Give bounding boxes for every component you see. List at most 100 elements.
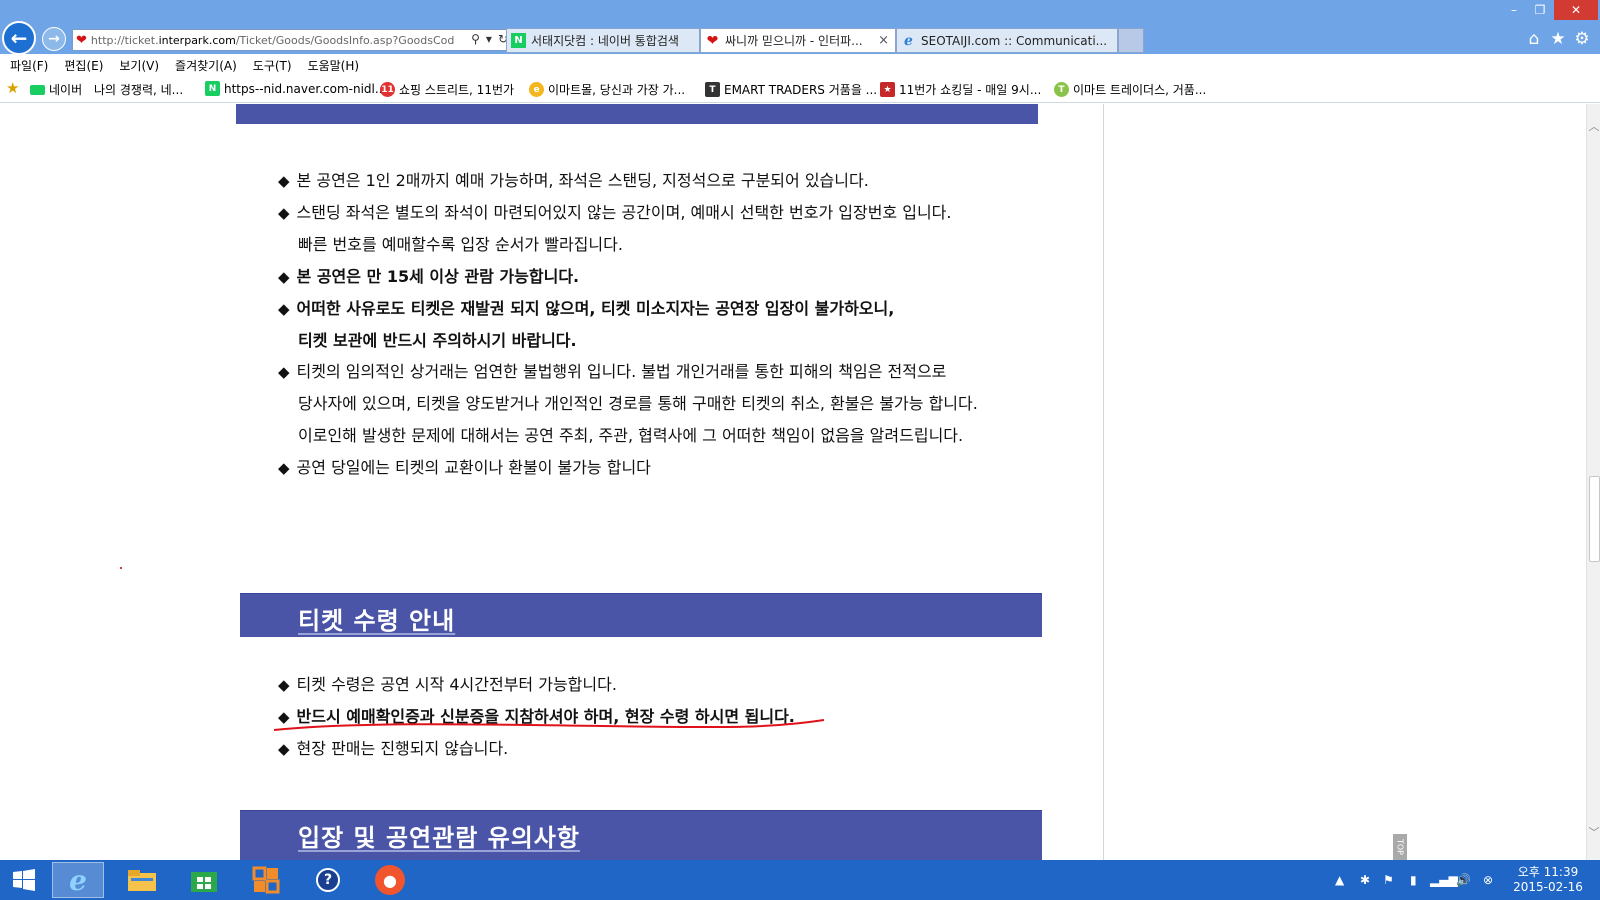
signal-icon[interactable]: ▂▄▆ xyxy=(1430,870,1458,890)
notice-line: ◆ 본 공연은 만 15세 이상 관람 가능합니다. xyxy=(278,267,580,286)
new-tab-button[interactable] xyxy=(1118,28,1144,53)
fav-item-traders-2[interactable]: T 이마트 트레이더스, 거품... xyxy=(1054,81,1206,98)
section-title: 티켓 수령 안내 xyxy=(298,607,456,635)
diamond-bullet-icon: ◆ xyxy=(278,172,290,190)
fav-label: 11번가 쇼킹딜 - 매일 9시... xyxy=(899,83,1042,97)
scroll-down-icon[interactable]: ﹀ xyxy=(1587,824,1600,839)
notice-line: 당사자에 있으며, 티켓을 양도받거나 개인적인 경로를 통해 구매한 티켓의 … xyxy=(298,394,978,413)
address-bar[interactable]: ❤ http://ticket. interpark.com/Ticket/Goo… xyxy=(72,29,512,51)
fav-item-11st[interactable]: 11 쇼핑 스트리트, 11번가 xyxy=(380,81,514,98)
pickup-line: ◆ 현장 판매는 진행되지 않습니다. xyxy=(278,739,509,758)
diamond-bullet-icon: ◆ xyxy=(278,676,290,694)
section-header-partial xyxy=(236,104,1038,124)
tab-label: SEOTAIJI.com :: Communicati... xyxy=(921,33,1108,48)
11st-icon: 11 xyxy=(380,82,395,97)
menu-file[interactable]: 파일(F) xyxy=(10,57,48,74)
fav-item-naver[interactable]: 네이버 xyxy=(30,81,82,98)
red-hand-underline xyxy=(273,719,825,731)
fav-item-competitiveness[interactable]: 나의 경쟁력, 네... xyxy=(94,81,183,98)
menu-favorites[interactable]: 즐겨찾기(A) xyxy=(175,57,237,74)
vertical-scrollbar[interactable]: ︿ ﹀ xyxy=(1586,104,1600,860)
tray-expand-icon[interactable]: ▲ xyxy=(1335,870,1344,890)
top-button[interactable]: TOP xyxy=(1393,834,1407,860)
notice-line: 이로인해 발생한 문제에 대해서는 공연 주최, 주관, 협력사에 그 어떠한 … xyxy=(298,426,964,445)
taskbar-ie[interactable]: ℯ xyxy=(52,862,104,898)
page-viewport: ◆ 본 공연은 1인 2매까지 예매 가능하며, 좌석은 스탠딩, 지정석으로 구… xyxy=(0,104,1586,860)
notice-line: ◆ 공연 당일에는 티켓의 교환이나 환불이 불가능 합니다 xyxy=(278,458,651,477)
fav-item-naver-login[interactable]: N https--nid.naver.com-nidl... xyxy=(205,81,386,96)
menu-help[interactable]: 도움말(H) xyxy=(308,57,360,74)
naver-icon: N xyxy=(511,33,526,48)
diamond-bullet-icon: ◆ xyxy=(278,459,290,477)
notice-line: 티켓 보관에 반드시 주의하시기 바랍니다. xyxy=(298,331,577,350)
diamond-bullet-icon: ◆ xyxy=(278,268,290,286)
menu-view[interactable]: 보기(V) xyxy=(119,57,159,74)
taskbar-help[interactable]: ? xyxy=(302,862,354,898)
menu-edit[interactable]: 편집(E) xyxy=(64,57,103,74)
home-icon[interactable]: ⌂ xyxy=(1523,28,1545,50)
back-button[interactable]: ← xyxy=(2,21,36,55)
flag-icon[interactable]: ⚑ xyxy=(1383,870,1394,890)
windows-taskbar: ℯ ? ● ▲ ✱ ⚑ ▮ ▂▄▆ 🔊 ⊗ 오후 11:39 2015-02-1… xyxy=(0,860,1600,900)
taskbar-office[interactable] xyxy=(240,862,292,898)
start-button[interactable] xyxy=(0,862,48,898)
tab-naver-search[interactable]: N 서태지닷컴 : 네이버 통합검색 xyxy=(506,28,700,53)
minimize-icon: – xyxy=(1511,3,1517,17)
naver-n-icon: N xyxy=(205,81,220,96)
taskbar-file-explorer[interactable] xyxy=(116,862,168,898)
fav-label: 이마트몰, 당신과 가장 가... xyxy=(548,83,686,97)
dropdown-icon[interactable]: ▾ xyxy=(486,32,492,46)
help-icon: ? xyxy=(316,868,340,892)
windows-logo-icon xyxy=(13,869,35,891)
favorites-star-icon[interactable]: ★ xyxy=(1547,28,1569,50)
browser-titlebar: ← → ❤ http://ticket. interpark.com/Ticket… xyxy=(0,0,1600,55)
minimize-button[interactable]: – xyxy=(1500,0,1528,20)
store-icon xyxy=(191,872,217,892)
close-icon: ✕ xyxy=(1570,3,1582,17)
file-explorer-icon xyxy=(128,870,156,891)
gear-icon[interactable]: ⚙ xyxy=(1571,28,1593,50)
section-title: 입장 및 공연관람 유의사항 xyxy=(298,824,580,852)
section-header-ticket-pickup: 티켓 수령 안내 xyxy=(240,593,1042,637)
tab-interpark[interactable]: ❤ 싸니까 믿으니까 - 인터파... × xyxy=(700,28,896,53)
naver-green-icon xyxy=(30,84,45,95)
favorites-bar: ★ 네이버 나의 경쟁력, 네... N https--nid.naver.co… xyxy=(0,76,1600,103)
close-window-button[interactable]: ✕ xyxy=(1554,0,1598,20)
network-disconnected-icon[interactable]: ⊗ xyxy=(1483,870,1493,890)
taskbar-gom[interactable]: ● xyxy=(364,862,416,898)
volume-icon[interactable]: 🔊 xyxy=(1456,870,1471,890)
bluetooth-icon[interactable]: ✱ xyxy=(1360,870,1370,890)
address-url-path: /Ticket/Goods/GoodsInfo.asp?GoodsCod xyxy=(235,33,455,47)
ie-icon: ℯ xyxy=(69,863,87,897)
favorites-star-icon[interactable]: ★ xyxy=(6,79,19,97)
fav-item-shocking-deal[interactable]: ★ 11번가 쇼킹딜 - 매일 9시... xyxy=(880,81,1041,98)
taskbar-store[interactable] xyxy=(178,862,230,898)
forward-button[interactable]: → xyxy=(42,27,66,51)
restore-button[interactable]: ❐ xyxy=(1526,0,1554,20)
stray-mark xyxy=(120,567,122,569)
diamond-bullet-icon: ◆ xyxy=(278,204,290,222)
close-icon[interactable]: × xyxy=(878,33,889,48)
clock-date: 2015-02-16 xyxy=(1513,880,1583,894)
emart-icon: e xyxy=(529,82,544,97)
scroll-thumb[interactable] xyxy=(1589,476,1600,562)
office-icon xyxy=(252,866,280,894)
notice-line: ◆ 본 공연은 1인 2매까지 예매 가능하며, 좌석은 스탠딩, 지정석으로 구… xyxy=(278,171,869,190)
section-header-entry-notes: 입장 및 공연관람 유의사항 xyxy=(240,810,1042,860)
content-divider xyxy=(1103,104,1104,860)
tab-seotaiji[interactable]: ℯ SEOTAIJI.com :: Communicati... xyxy=(896,28,1118,53)
tab-label: 서태지닷컴 : 네이버 통합검색 xyxy=(531,34,679,48)
notice-line: ◆ 티켓의 임의적인 상거래는 엄연한 불법행위 입니다. 불법 개인거래를 통한… xyxy=(278,362,947,381)
fav-item-emart-mall[interactable]: e 이마트몰, 당신과 가장 가... xyxy=(529,81,685,98)
fav-item-emart-traders[interactable]: T EMART TRADERS 거품을 ... xyxy=(705,81,877,98)
battery-icon[interactable]: ▮ xyxy=(1410,870,1417,890)
taskbar-clock[interactable]: 오후 11:39 2015-02-16 xyxy=(1508,865,1588,895)
scroll-up-icon[interactable]: ︿ xyxy=(1587,118,1600,133)
traders-icon: T xyxy=(705,82,720,97)
interpark-heart-icon: ❤ xyxy=(706,32,719,49)
pickup-line: ◆ 티켓 수령은 공연 시작 4시간전부터 가능합니다. xyxy=(278,675,617,694)
traders-t-icon: T xyxy=(1054,82,1069,97)
ie-icon: ℯ xyxy=(904,32,913,49)
search-icon[interactable]: ⚲ xyxy=(471,32,480,46)
menu-tools[interactable]: 도구(T) xyxy=(253,57,292,74)
